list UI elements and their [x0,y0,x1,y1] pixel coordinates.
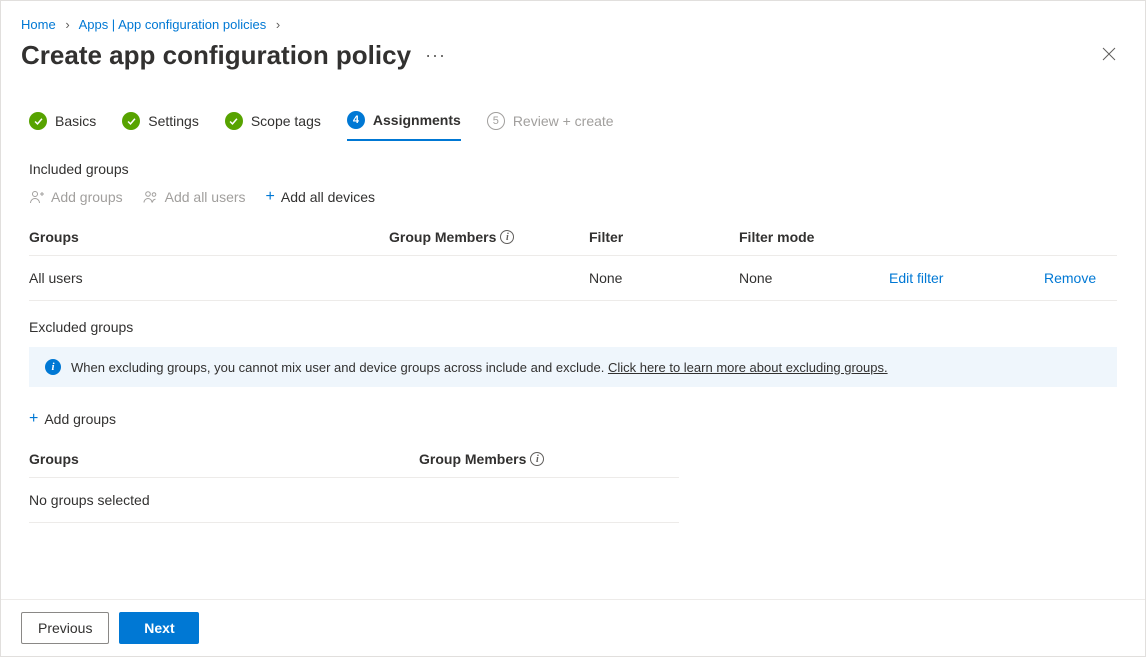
wizard-tabs: Basics Settings Scope tags 4 Assignments… [1,87,1145,141]
table-header: Groups Group Members i Filter Filter mod… [29,219,1117,256]
excluded-actions: + Add groups [29,411,1117,427]
tab-label: Basics [55,113,96,129]
tab-scope-tags[interactable]: Scope tags [225,111,321,141]
action-label: Add groups [44,411,116,427]
column-spacer [1044,227,1124,247]
cell-filter-mode: None [739,268,889,288]
cell-members [389,276,589,280]
close-icon [1101,46,1117,62]
chevron-right-icon: › [65,17,69,32]
plus-icon: + [266,189,275,205]
column-groups: Groups [29,449,419,469]
remove-link[interactable]: Remove [1044,270,1096,286]
more-actions-button[interactable]: ··· [425,45,446,66]
tab-label: Settings [148,113,199,129]
info-icon[interactable]: i [500,230,514,244]
excluded-groups-table: Groups Group Members i No groups selecte… [29,441,679,523]
add-groups-button[interactable]: Add groups [29,189,123,205]
edit-filter-link[interactable]: Edit filter [889,270,943,286]
table-header: Groups Group Members i [29,441,679,478]
column-spacer [889,227,1044,247]
column-filter: Filter [589,227,739,247]
table-row: All users None None Edit filter Remove [29,256,1117,301]
info-banner: i When excluding groups, you cannot mix … [29,347,1117,387]
page-title: Create app configuration policy [21,40,411,71]
step-number-icon: 5 [487,112,505,130]
breadcrumb-home[interactable]: Home [21,17,56,32]
breadcrumb: Home › Apps | App configuration policies… [1,1,1145,40]
cell-filter: None [589,268,739,288]
breadcrumb-apps[interactable]: Apps | App configuration policies [79,17,267,32]
action-label: Add groups [51,189,123,205]
add-groups-button[interactable]: + Add groups [29,411,116,427]
tab-settings[interactable]: Settings [122,111,199,141]
person-add-icon [29,189,45,205]
excluded-groups-heading: Excluded groups [29,319,1117,335]
empty-message: No groups selected [29,490,150,510]
check-icon [29,112,47,130]
step-number-icon: 4 [347,111,365,129]
info-icon[interactable]: i [530,452,544,466]
chevron-right-icon: › [276,17,280,32]
included-actions: Add groups Add all users + Add all devic… [29,189,1117,205]
action-label: Add all devices [281,189,375,205]
action-label: Add all users [165,189,246,205]
check-icon [225,112,243,130]
column-label: Group Members [419,451,526,467]
column-label: Group Members [389,229,496,245]
people-icon [143,189,159,205]
add-all-users-button[interactable]: Add all users [143,189,246,205]
column-members: Group Members i [419,449,679,469]
add-all-devices-button[interactable]: + Add all devices [266,189,376,205]
tab-assignments[interactable]: 4 Assignments [347,111,461,141]
wizard-footer: Previous Next [1,599,1145,656]
info-icon: i [45,359,61,375]
column-members: Group Members i [389,227,589,247]
page-header: Create app configuration policy ··· [1,40,1145,87]
column-filter-mode: Filter mode [739,227,889,247]
tab-label: Scope tags [251,113,321,129]
tab-review-create: 5 Review + create [487,111,614,141]
check-icon [122,112,140,130]
content-area: Included groups Add groups Add all users… [1,141,1145,543]
tab-label: Review + create [513,113,614,129]
table-empty-row: No groups selected [29,478,679,523]
included-groups-heading: Included groups [29,161,1117,177]
included-groups-table: Groups Group Members i Filter Filter mod… [29,219,1117,301]
banner-learn-more-link[interactable]: Click here to learn more about excluding… [608,360,888,375]
banner-message: When excluding groups, you cannot mix us… [71,360,608,375]
tab-basics[interactable]: Basics [29,111,96,141]
plus-icon: + [29,411,38,427]
next-button[interactable]: Next [119,612,199,644]
close-button[interactable] [1101,46,1117,65]
column-groups: Groups [29,227,389,247]
banner-text: When excluding groups, you cannot mix us… [71,360,888,375]
cell-group-name: All users [29,268,389,288]
tab-label: Assignments [373,112,461,128]
previous-button[interactable]: Previous [21,612,109,644]
